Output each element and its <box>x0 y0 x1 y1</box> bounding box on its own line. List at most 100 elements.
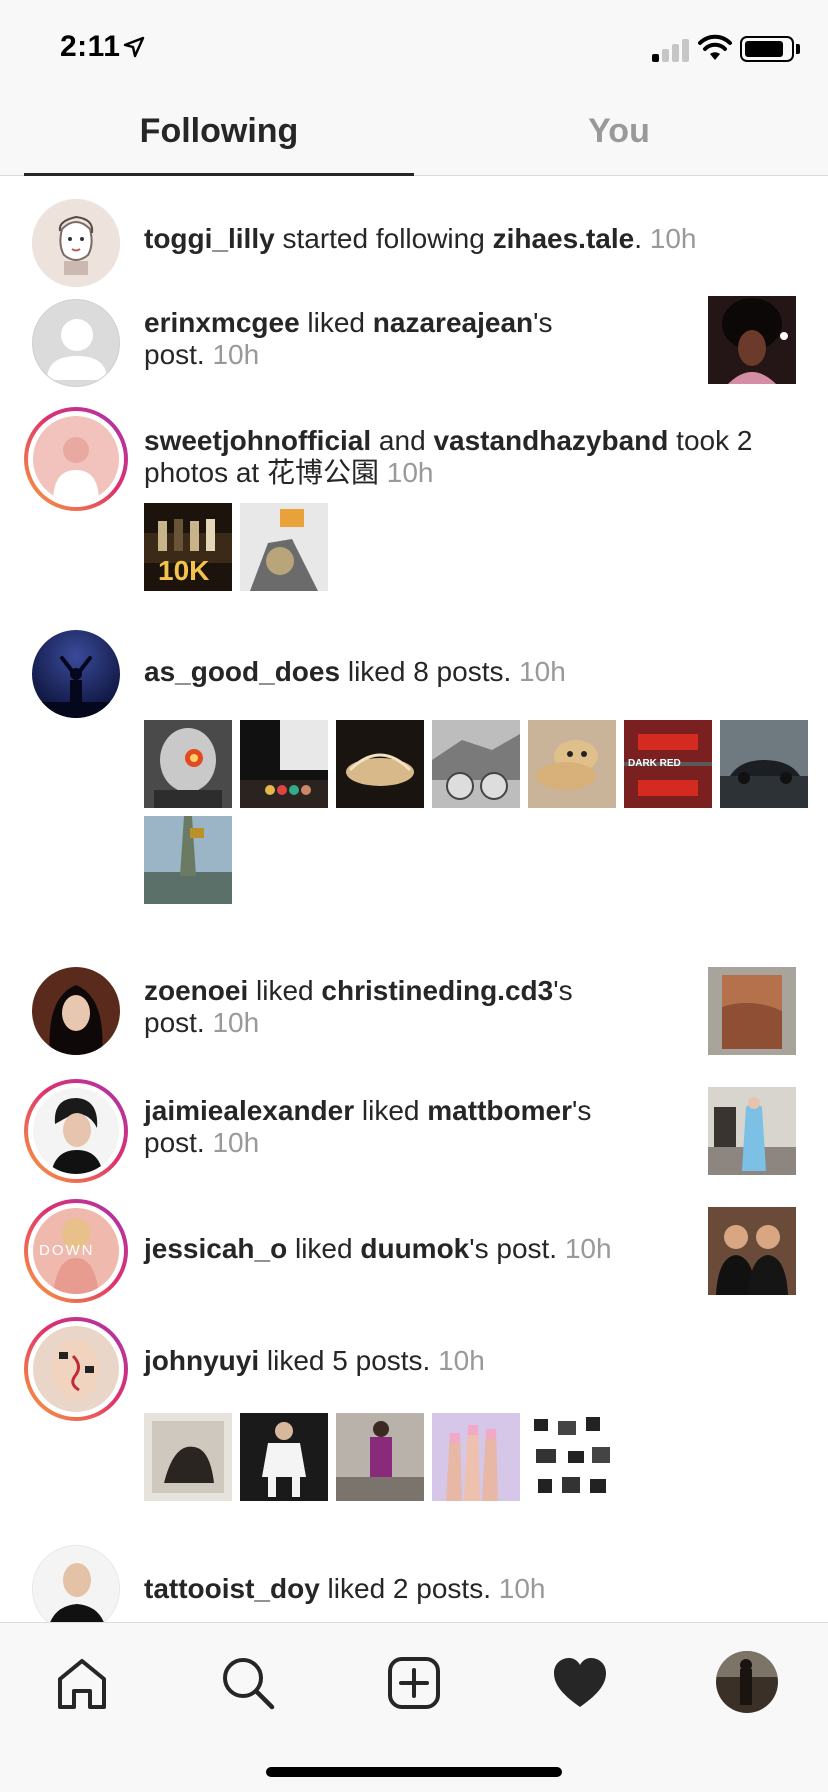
timestamp: 10h <box>498 1573 546 1604</box>
photo-thumbnail[interactable] <box>144 1413 232 1501</box>
timestamp: 10h <box>519 656 566 687</box>
list-item[interactable]: DOWN jessicah_o liked duumok's post. 10h <box>0 1187 828 1307</box>
status-bar: 2:11 <box>0 0 828 90</box>
active-tab-indicator <box>24 173 414 176</box>
list-item[interactable]: jaimiealexander liked mattbomer's post. … <box>0 1067 828 1187</box>
new-post-icon[interactable] <box>384 1653 444 1713</box>
timestamp: 10h <box>212 1007 260 1038</box>
photo-caption: DARK RED <box>628 758 681 769</box>
timestamp: 10h <box>649 223 697 254</box>
home-icon[interactable] <box>52 1653 112 1713</box>
list-item[interactable]: tattooist_doy liked 2 posts. 10h <box>0 1527 828 1622</box>
profile-photo <box>716 1651 778 1713</box>
liked-post-thumbnail[interactable] <box>708 967 796 1055</box>
avatar-overlay-text: DOWN <box>39 1242 95 1259</box>
photo-thumbnail[interactable]: DARK RED <box>624 720 712 808</box>
photo-image <box>240 720 328 808</box>
liked-post-thumbnail[interactable] <box>708 296 796 384</box>
photo-image <box>528 1413 616 1501</box>
avatar-photo <box>32 967 120 1055</box>
activity-text: jaimiealexander liked mattbomer's post. … <box>144 1095 592 1158</box>
battery-nub <box>796 44 800 54</box>
avatar[interactable] <box>32 967 120 1055</box>
photo-badge: 10K <box>158 555 210 586</box>
timestamp: 10h <box>386 457 434 488</box>
photo-thumbnail[interactable] <box>240 503 328 591</box>
target-username[interactable]: vastandhazyband <box>433 425 668 456</box>
activity-tabs: Following You <box>0 90 828 176</box>
tab-you[interactable]: You <box>414 112 824 151</box>
story-ring[interactable]: DOWN <box>24 1199 128 1303</box>
photo-thumbnail[interactable]: 10K <box>144 503 232 591</box>
avatar <box>33 1088 119 1174</box>
photo-thumbnail[interactable] <box>432 1413 520 1501</box>
battery-icon <box>740 36 794 62</box>
username[interactable]: as_good_does <box>144 656 340 687</box>
activity-text: as_good_does liked 8 posts. 10h <box>144 656 566 687</box>
photo-image <box>144 1413 232 1501</box>
list-item[interactable]: zoenoei liked christineding.cd3's post. … <box>0 947 828 1067</box>
photo-image <box>336 1413 424 1501</box>
target-username[interactable]: zihaes.tale <box>493 223 635 254</box>
profile-avatar-icon[interactable] <box>716 1651 778 1713</box>
liked-post-thumbnail[interactable] <box>708 1087 796 1175</box>
photo-image <box>432 1413 520 1501</box>
photo-image <box>240 1413 328 1501</box>
target-username[interactable]: mattbomer <box>427 1095 572 1126</box>
target-username[interactable]: duumok <box>360 1233 469 1264</box>
list-item[interactable]: sweetjohnofficial and vastandhazyband to… <box>0 397 828 617</box>
avatar-photo <box>33 1546 119 1622</box>
photo-thumbnail[interactable] <box>240 1413 328 1501</box>
photo-image <box>336 720 424 808</box>
username[interactable]: jaimiealexander <box>144 1095 354 1126</box>
photo-thumbnail[interactable] <box>432 720 520 808</box>
photo-thumbnail[interactable] <box>240 720 328 808</box>
search-icon[interactable] <box>218 1653 278 1713</box>
avatar[interactable] <box>32 1545 120 1622</box>
target-username[interactable]: christineding.cd3 <box>321 975 553 1006</box>
activity-text: erinxmcgee liked nazareajean's post. 10h <box>144 307 553 370</box>
photo-thumbnail[interactable] <box>528 720 616 808</box>
activity-text: toggi_lilly started following zihaes.tal… <box>144 223 697 254</box>
list-item[interactable]: erinxmcgee liked nazareajean's post. 10h <box>0 277 828 397</box>
avatar-photo <box>33 416 119 502</box>
timestamp: 10h <box>438 1345 485 1376</box>
avatar-photo <box>33 1326 119 1412</box>
liked-post-thumbnail[interactable] <box>708 1207 796 1295</box>
activity-feed[interactable]: toggi_lilly started following zihaes.tal… <box>0 177 828 1622</box>
avatar[interactable] <box>32 199 120 287</box>
tab-following[interactable]: Following <box>24 112 414 151</box>
avatar-placeholder-icon <box>47 319 107 380</box>
avatar[interactable] <box>32 630 120 718</box>
activity-text: johnyuyi liked 5 posts. 10h <box>144 1345 485 1376</box>
bottom-tab-bar <box>0 1622 828 1792</box>
username[interactable]: jessicah_o <box>144 1233 287 1264</box>
username[interactable]: tattooist_doy <box>144 1573 320 1604</box>
cellular-signal-icon <box>652 36 692 62</box>
photo-image <box>708 967 796 1055</box>
avatar: DOWN <box>33 1208 119 1294</box>
username[interactable]: johnyuyi <box>144 1345 259 1376</box>
target-username[interactable]: nazareajean <box>373 307 533 338</box>
photo-thumbnail[interactable] <box>144 816 232 904</box>
photo-thumbnail[interactable] <box>720 720 808 808</box>
photo-thumbnail[interactable] <box>528 1413 616 1501</box>
list-item[interactable]: as_good_does liked 8 posts. 10h DARK RED <box>0 622 828 952</box>
story-ring[interactable] <box>24 1079 128 1183</box>
activity-heart-icon[interactable] <box>550 1653 610 1713</box>
list-item[interactable]: johnyuyi liked 5 posts. 10h <box>0 1307 828 1527</box>
username[interactable]: erinxmcgee <box>144 307 300 338</box>
avatar-sketch-icon <box>32 199 120 287</box>
timestamp: 10h <box>212 339 260 370</box>
story-ring[interactable] <box>24 1317 128 1421</box>
username[interactable]: zoenoei <box>144 975 248 1006</box>
photo-thumbnail[interactable] <box>336 1413 424 1501</box>
photo-thumbnail[interactable] <box>336 720 424 808</box>
photo-image <box>432 720 520 808</box>
story-ring[interactable] <box>24 407 128 511</box>
username[interactable]: toggi_lilly <box>144 223 275 254</box>
wifi-icon <box>698 34 732 60</box>
photo-thumbnail[interactable] <box>144 720 232 808</box>
username[interactable]: sweetjohnofficial <box>144 425 371 456</box>
avatar[interactable] <box>32 299 120 387</box>
